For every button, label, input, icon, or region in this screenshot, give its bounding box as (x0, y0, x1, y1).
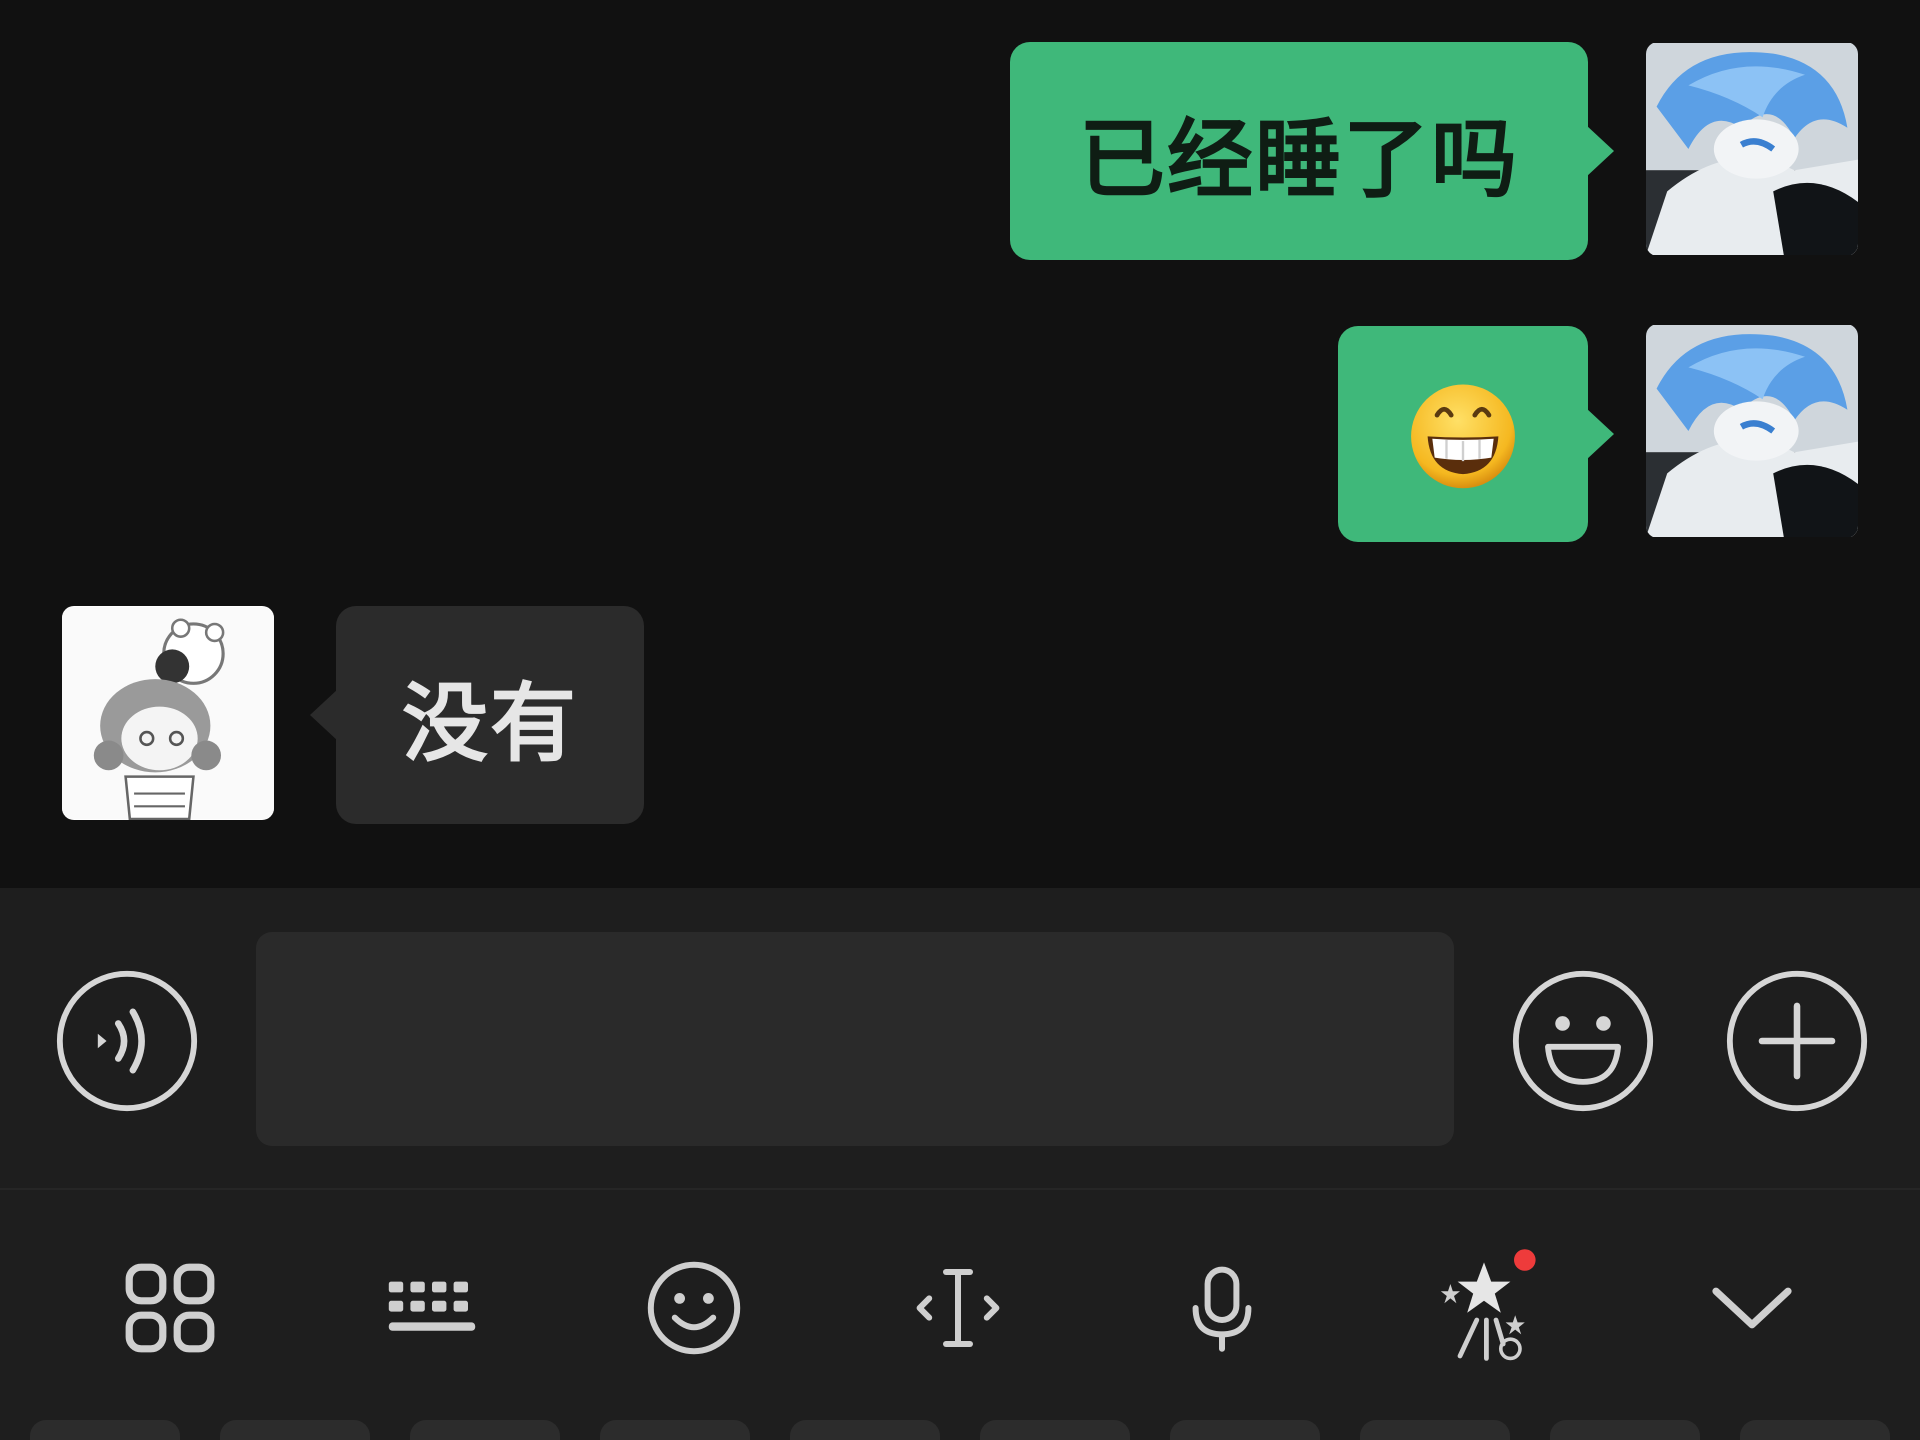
keyboard-icon (388, 1281, 476, 1331)
apps-button[interactable] (110, 1248, 230, 1368)
my-avatar[interactable] (1646, 324, 1858, 538)
bubble-tail (1586, 125, 1614, 177)
notification-dot (1514, 1249, 1536, 1271)
keyboard-key[interactable] (30, 1420, 180, 1440)
message-input[interactable] (256, 932, 1454, 1146)
message-bubble-outgoing[interactable]: 已经睡了吗 (1010, 42, 1614, 260)
bubble-tail (1586, 408, 1614, 460)
voice-button[interactable] (54, 968, 200, 1114)
more-actions-button[interactable] (1724, 968, 1870, 1114)
plus-icon (1726, 970, 1868, 1112)
input-bar (0, 888, 1920, 1188)
anime-boy-avatar-icon (1646, 43, 1858, 255)
keyboard-key[interactable] (1360, 1420, 1510, 1440)
smiley-icon (647, 1261, 741, 1355)
chevron-down-icon (1712, 1287, 1792, 1329)
voice-icon (56, 970, 198, 1112)
chat-screen: 已经睡了吗 没有 (0, 0, 1920, 1440)
grinning-face-emoji-icon (1411, 384, 1515, 489)
magic-stars-icon (1440, 1249, 1536, 1361)
contact-avatar[interactable] (62, 606, 274, 820)
keyboard-key[interactable] (410, 1420, 560, 1440)
emoji-icon (1512, 970, 1654, 1112)
message-text: 已经睡了吗 (1079, 109, 1519, 210)
keyboard-key[interactable] (600, 1420, 750, 1440)
keyboard-key[interactable] (790, 1420, 940, 1440)
voice-input-button[interactable] (1162, 1248, 1282, 1368)
keyboard-key[interactable] (1170, 1420, 1320, 1440)
apps-grid-icon (125, 1263, 215, 1353)
keyboard-key[interactable] (220, 1420, 370, 1440)
keyboard-layout-button[interactable] (372, 1248, 492, 1368)
collapse-keyboard-button[interactable] (1692, 1248, 1812, 1368)
keyboard-key[interactable] (1550, 1420, 1700, 1440)
message-text: 没有 (402, 673, 578, 774)
keyboard-key[interactable] (1740, 1420, 1890, 1440)
message-bubble-outgoing-emoji[interactable] (1338, 326, 1614, 542)
magic-effects-button[interactable] (1424, 1248, 1544, 1368)
message-bubble-incoming[interactable]: 没有 (310, 606, 644, 824)
my-avatar[interactable] (1646, 42, 1858, 256)
keyboard-toolbar (0, 1188, 1920, 1440)
keyboard-key[interactable] (980, 1420, 1130, 1440)
bubble-tail (310, 689, 338, 741)
keyboard-key-row (0, 1420, 1920, 1440)
anime-boy-avatar-icon (1646, 325, 1858, 537)
text-cursor-icon (916, 1269, 1000, 1347)
cursor-move-button[interactable] (898, 1248, 1018, 1368)
sketch-girl-avatar-icon (62, 607, 274, 820)
emoticon-panel-button[interactable] (634, 1248, 754, 1368)
microphone-icon (1192, 1266, 1252, 1352)
emoji-button[interactable] (1510, 968, 1656, 1114)
